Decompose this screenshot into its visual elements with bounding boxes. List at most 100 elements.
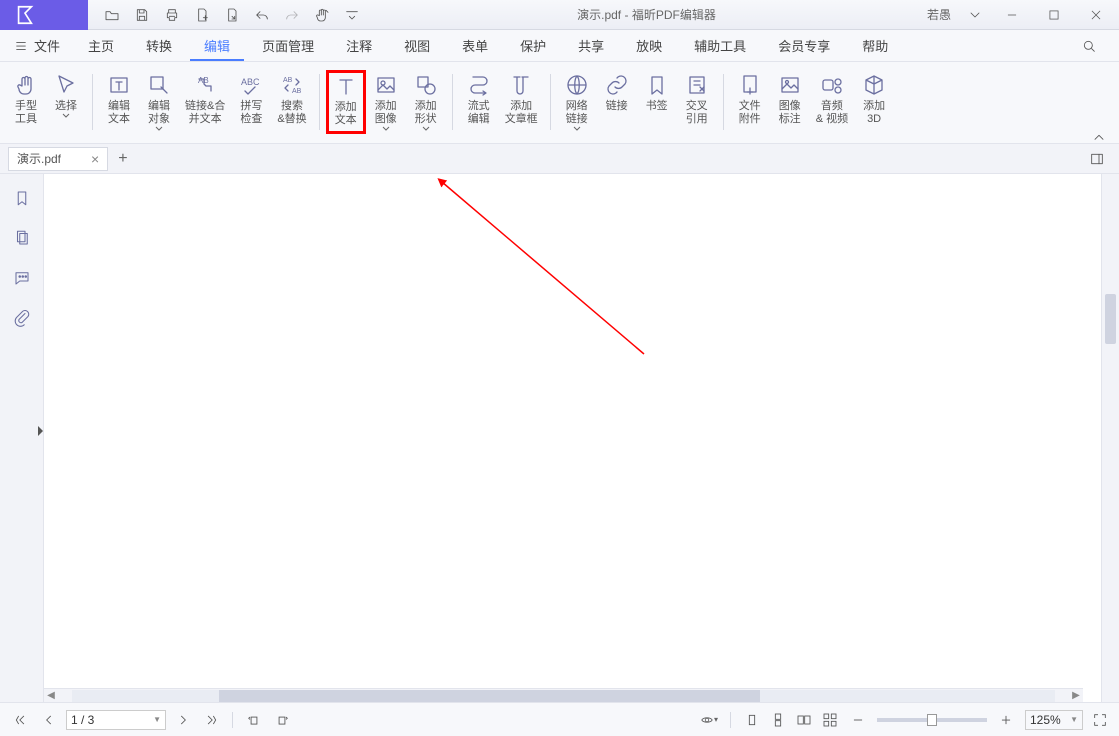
bookmark-panel-icon[interactable] xyxy=(12,188,32,208)
print-icon[interactable] xyxy=(158,1,186,29)
page-export-icon[interactable] xyxy=(218,1,246,29)
svg-text:AB: AB xyxy=(198,76,209,85)
add-text-icon xyxy=(333,73,359,99)
select-button[interactable]: 选择 xyxy=(46,70,86,128)
minimize-button[interactable] xyxy=(993,1,1031,29)
rotate-ccw-button[interactable] xyxy=(243,709,265,731)
menu-form[interactable]: 表单 xyxy=(448,30,502,61)
hand-tool-icon[interactable] xyxy=(308,1,336,29)
chevron-down-icon xyxy=(573,126,581,132)
user-dropdown-icon[interactable] xyxy=(961,1,989,29)
add-shape-button[interactable]: 添加 形状 xyxy=(406,70,446,134)
fullscreen-icon[interactable] xyxy=(1091,711,1109,729)
left-sidebar xyxy=(0,174,44,702)
menu-annotate[interactable]: 注释 xyxy=(332,30,386,61)
menu-page-manage[interactable]: 页面管理 xyxy=(248,30,328,61)
add-textbox-button[interactable]: 添加 文章框 xyxy=(499,70,544,128)
hand-tool-button[interactable]: 手型 工具 xyxy=(6,70,46,128)
add-image-button[interactable]: 添加 图像 xyxy=(366,70,406,134)
save-icon[interactable] xyxy=(128,1,156,29)
last-page-button[interactable] xyxy=(200,709,222,731)
titlebar: 演示.pdf - 福昕PDF编辑器 若愚 xyxy=(0,0,1119,30)
comments-panel-icon[interactable] xyxy=(12,268,32,288)
reflow-icon xyxy=(466,72,492,98)
edit-text-button[interactable]: 编辑 文本 xyxy=(99,70,139,134)
menu-home[interactable]: 主页 xyxy=(74,30,128,61)
window-title: 演示.pdf - 福昕PDF编辑器 xyxy=(366,6,927,23)
bookmark-button[interactable]: 书签 xyxy=(637,70,677,134)
menu-slideshow[interactable]: 放映 xyxy=(622,30,676,61)
audio-video-button[interactable]: 音频 & 视频 xyxy=(810,70,854,128)
first-page-button[interactable] xyxy=(10,709,32,731)
attachments-panel-icon[interactable] xyxy=(12,308,32,328)
menu-share[interactable]: 共享 xyxy=(564,30,618,61)
svg-text:AB: AB xyxy=(283,77,293,84)
file-attach-button[interactable]: 文件 附件 xyxy=(730,70,770,128)
prev-page-button[interactable] xyxy=(38,709,60,731)
close-tab-icon[interactable]: × xyxy=(91,151,99,167)
document-tab[interactable]: 演示.pdf × xyxy=(8,147,108,171)
add-text-button[interactable]: 添加 文本 xyxy=(326,70,366,134)
continuous-facing-icon[interactable] xyxy=(821,711,839,729)
shape-icon xyxy=(413,72,439,98)
crossref-icon xyxy=(684,72,710,98)
next-page-button[interactable] xyxy=(172,709,194,731)
read-mode-icon[interactable]: ▾ xyxy=(700,711,718,729)
menu-edit[interactable]: 编辑 xyxy=(190,30,244,61)
close-button[interactable] xyxy=(1077,1,1115,29)
image-annot-button[interactable]: 图像 标注 xyxy=(770,70,810,128)
menu-view[interactable]: 视图 xyxy=(390,30,444,61)
maximize-button[interactable] xyxy=(1035,1,1073,29)
app-logo[interactable] xyxy=(0,0,88,30)
zoom-slider[interactable] xyxy=(877,718,987,722)
open-icon[interactable] xyxy=(98,1,126,29)
svg-text:AB: AB xyxy=(292,88,302,95)
document-tabbar: 演示.pdf × + xyxy=(0,144,1119,174)
menu-accessibility[interactable]: 辅助工具 xyxy=(680,30,760,61)
statusbar: 1 / 3▼ ▾ 125%▼ xyxy=(0,702,1119,736)
qat-dropdown-icon[interactable] xyxy=(338,1,366,29)
redo-icon[interactable] xyxy=(278,1,306,29)
ribbon: 手型 工具 选择 编辑 文本 编辑 对象 AB 链接&合 并文本 ABC 拼写 … xyxy=(0,62,1119,144)
edit-object-button[interactable]: 编辑 对象 xyxy=(139,70,179,134)
add-3d-button[interactable]: 添加 3D xyxy=(854,70,894,128)
link-button[interactable]: 链接 xyxy=(597,70,637,134)
zoom-in-button[interactable] xyxy=(995,709,1017,731)
menu-membership[interactable]: 会员专享 xyxy=(764,30,844,61)
rotate-cw-button[interactable] xyxy=(271,709,293,731)
facing-page-icon[interactable] xyxy=(795,711,813,729)
search-icon[interactable] xyxy=(1075,32,1103,60)
page-add-icon[interactable] xyxy=(188,1,216,29)
user-name[interactable]: 若愚 xyxy=(927,6,951,23)
chevron-down-icon xyxy=(155,126,163,132)
vertical-scrollbar[interactable] xyxy=(1101,174,1119,702)
search-replace-button[interactable]: ABAB 搜索 &替换 xyxy=(271,70,312,134)
crossref-button[interactable]: 交叉 引用 xyxy=(677,70,717,134)
pages-panel-icon[interactable] xyxy=(12,228,32,248)
search-replace-icon: AB AB xyxy=(279,72,305,98)
annotation-arrow xyxy=(394,174,654,374)
hand-icon xyxy=(13,72,39,98)
web-link-button[interactable]: 网络 链接 xyxy=(557,70,597,134)
zoom-value-input[interactable]: 125%▼ xyxy=(1025,710,1083,730)
tab-side-panel-icon[interactable] xyxy=(1083,145,1111,173)
link-merge-button[interactable]: AB 链接&合 并文本 xyxy=(179,70,231,134)
menu-protect[interactable]: 保护 xyxy=(506,30,560,61)
single-page-icon[interactable] xyxy=(743,711,761,729)
horizontal-scrollbar[interactable]: ◀ ▶ xyxy=(44,688,1083,702)
menu-convert[interactable]: 转换 xyxy=(132,30,186,61)
attach-icon xyxy=(737,72,763,98)
zoom-out-button[interactable] xyxy=(847,709,869,731)
menu-help[interactable]: 帮助 xyxy=(848,30,902,61)
page-number-input[interactable]: 1 / 3▼ xyxy=(66,710,166,730)
chevron-down-icon xyxy=(422,126,430,132)
file-menu[interactable]: 文件 xyxy=(14,36,60,55)
new-tab-button[interactable]: + xyxy=(118,150,127,168)
spell-check-button[interactable]: ABC 拼写 检查 xyxy=(231,70,271,134)
document-viewport[interactable]: ◀ ▶ xyxy=(44,174,1101,702)
reflow-edit-button[interactable]: 流式 编辑 xyxy=(459,70,499,128)
continuous-page-icon[interactable] xyxy=(769,711,787,729)
globe-icon xyxy=(564,72,590,98)
cursor-icon xyxy=(53,72,79,98)
undo-icon[interactable] xyxy=(248,1,276,29)
